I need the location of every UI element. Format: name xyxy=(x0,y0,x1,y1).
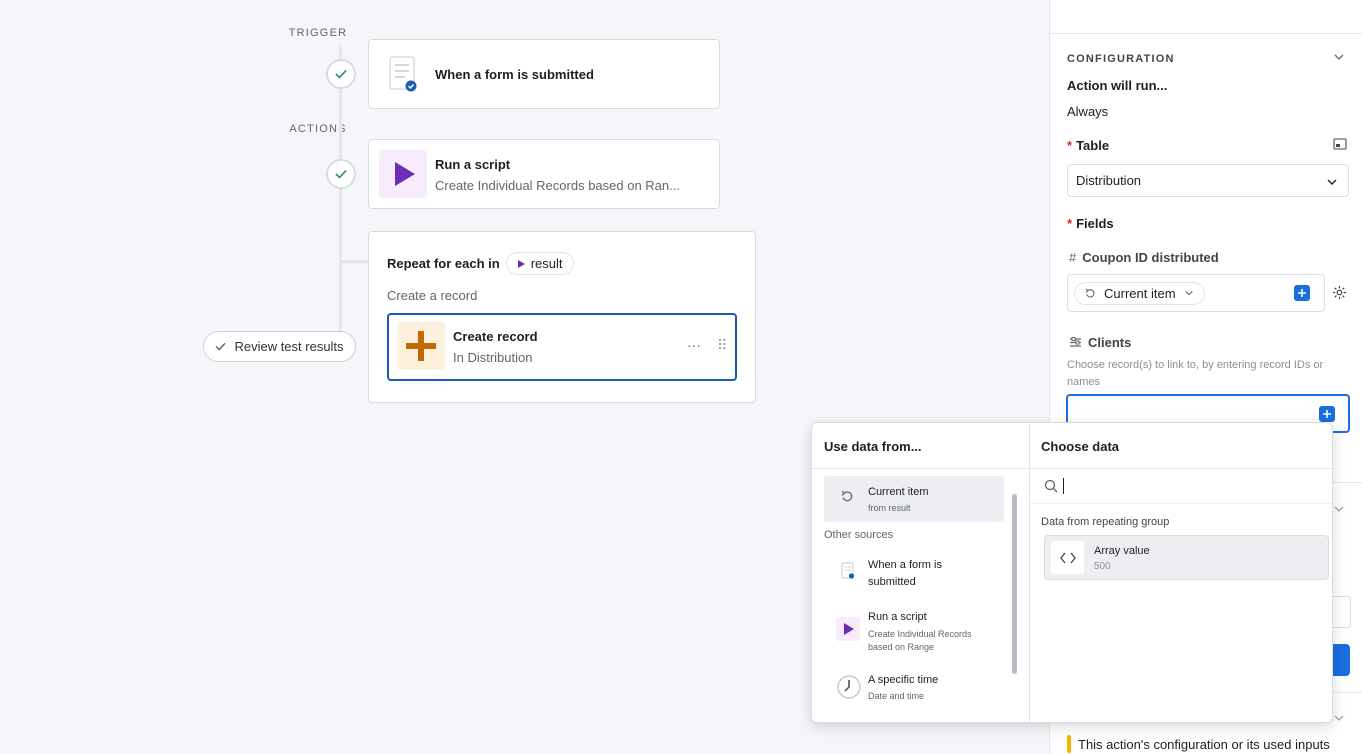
array-value-title: Array value xyxy=(1094,545,1150,557)
drag-handle-icon[interactable]: ⠿ xyxy=(717,337,727,354)
chip-play-icon xyxy=(517,259,525,268)
source-form-icon xyxy=(841,562,855,579)
current-item-token[interactable]: Current item xyxy=(1074,281,1205,305)
source-form-title: When a form is submitted xyxy=(868,559,942,588)
script-card-title: Run a script xyxy=(435,157,511,172)
script-card-subtitle: Create Individual Records based on Ran..… xyxy=(435,178,680,193)
clients-add-token-icon[interactable] xyxy=(1319,406,1335,422)
repeat-source-chip[interactable]: result xyxy=(505,252,574,275)
search-text-cursor xyxy=(1063,478,1064,494)
configuration-section-label: CONFIGURATION xyxy=(1067,53,1175,65)
trigger-card-title: When a form is submitted xyxy=(435,67,594,82)
repeat-group-card[interactable]: Repeat for each in result Create a recor… xyxy=(368,231,756,403)
source-script-title: Run a script xyxy=(868,611,927,623)
current-item-source-subtitle: from result xyxy=(868,503,911,513)
source-time-title: A specific time xyxy=(868,674,939,686)
repeat-source-chip-label: result xyxy=(530,256,563,271)
fields-label: * Fields xyxy=(1067,216,1114,231)
search-icon xyxy=(1044,479,1058,493)
repeating-group-label: Data from repeating group xyxy=(1041,516,1170,528)
expand-table-icon[interactable] xyxy=(1333,137,1347,155)
source-specific-time[interactable]: A specific time Date and time xyxy=(824,671,1004,711)
create-record-card[interactable]: Create record In Distribution ··· ⠿ xyxy=(387,313,737,381)
data-picker-popup: Use data from... Choose data Current ite… xyxy=(811,422,1333,723)
warning-text: This action's configuration or its used … xyxy=(1078,737,1330,752)
panel-top-divider xyxy=(1050,33,1362,34)
review-test-results-label: Review test results xyxy=(234,339,344,354)
actions-section-label: ACTIONS xyxy=(289,123,347,135)
coupon-field-header: # Coupon ID distributed xyxy=(1069,250,1219,265)
fields-label-text: Fields xyxy=(1076,216,1114,231)
current-item-source[interactable]: Current item from result xyxy=(824,476,1004,522)
source-script-subtitle: Create Individual Records based on Range xyxy=(868,629,972,652)
repeat-title: Repeat for each in xyxy=(387,256,500,271)
current-item-source-title: Current item xyxy=(868,486,929,498)
table-select-chevron-icon xyxy=(1327,179,1337,185)
trigger-section-label: TRIGGER xyxy=(288,27,348,39)
create-record-title: Create record xyxy=(453,329,538,344)
current-item-token-label: Current item xyxy=(1104,285,1176,301)
number-field-hash-icon: # xyxy=(1069,250,1077,265)
collapse-chevron-icon[interactable] xyxy=(1333,50,1345,68)
fields-required-mark: * xyxy=(1067,216,1073,231)
sources-scrollbar[interactable] xyxy=(1012,494,1017,674)
section-chevron-icon[interactable] xyxy=(1333,502,1345,520)
flow-connector-line xyxy=(339,45,342,347)
table-required-mark: * xyxy=(1067,138,1073,153)
data-search-input[interactable] xyxy=(1030,469,1332,504)
token-chevron-icon xyxy=(1184,290,1193,296)
trigger-status-check-icon xyxy=(326,59,356,89)
source-form-trigger[interactable]: When a form is submitted xyxy=(824,554,1004,598)
coupon-add-token-icon[interactable] xyxy=(1294,285,1310,301)
run-condition-label: Action will run... xyxy=(1067,78,1168,93)
more-options-icon[interactable]: ··· xyxy=(687,337,701,353)
review-check-icon xyxy=(215,342,226,351)
current-item-source-loop-icon xyxy=(841,490,853,502)
flow-branch-line xyxy=(339,260,369,263)
source-run-script[interactable]: Run a script Create Individual Records b… xyxy=(824,609,1004,657)
source-time-subtitle: Date and time xyxy=(868,691,925,701)
table-select-value: Distribution xyxy=(1076,173,1142,188)
source-clock-icon xyxy=(837,675,861,699)
run-script-play-icon xyxy=(379,150,427,198)
other-sources-label: Other sources xyxy=(824,529,894,541)
use-data-from-header: Use data from... xyxy=(824,439,922,454)
run-condition-value: Always xyxy=(1067,104,1109,119)
table-label-text: Table xyxy=(1076,138,1110,153)
code-brackets-icon xyxy=(1051,541,1084,574)
source-script-play-icon xyxy=(836,617,860,641)
field-settings-gear-icon[interactable] xyxy=(1332,285,1347,305)
linked-record-field-icon xyxy=(1070,337,1081,347)
section-chevron-icon-2[interactable] xyxy=(1333,711,1345,729)
clients-field-label: Clients xyxy=(1088,335,1132,350)
table-select[interactable]: Distribution xyxy=(1067,164,1349,197)
array-value-option[interactable]: Array value 500 xyxy=(1044,535,1329,580)
current-item-loop-icon xyxy=(1085,288,1095,298)
clients-field-header: Clients xyxy=(1069,335,1131,350)
script-status-check-icon xyxy=(326,159,356,189)
create-record-subtitle: In Distribution xyxy=(453,350,533,365)
coupon-field-input[interactable]: Current item xyxy=(1067,274,1325,312)
script-action-card[interactable]: Run a script Create Individual Records b… xyxy=(368,139,720,209)
clients-help-text: Choose record(s) to link to, by entering… xyxy=(1067,359,1324,388)
array-value-count: 500 xyxy=(1094,561,1111,572)
warning-accent-bar xyxy=(1067,735,1071,753)
review-test-results-button[interactable]: Review test results xyxy=(203,331,356,362)
form-document-icon xyxy=(389,56,417,92)
choose-data-header: Choose data xyxy=(1041,439,1120,454)
coupon-field-label: Coupon ID distributed xyxy=(1082,250,1219,265)
table-label: * Table xyxy=(1067,138,1109,153)
trigger-card[interactable]: When a form is submitted xyxy=(368,39,720,109)
create-record-plus-icon xyxy=(397,322,445,370)
repeat-subtitle: Create a record xyxy=(387,288,478,303)
